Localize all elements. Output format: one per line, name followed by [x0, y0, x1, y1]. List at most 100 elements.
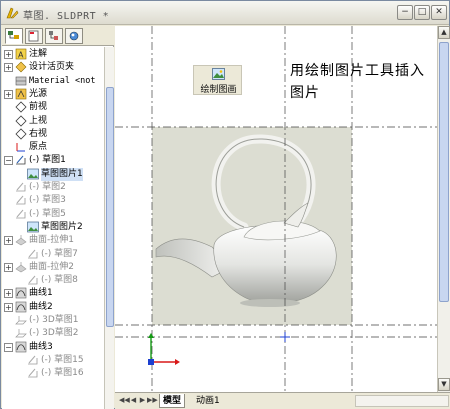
tree-item-label: 曲线3: [29, 341, 53, 352]
sketch-icon: [28, 249, 38, 258]
graphics-vertical-scrollbar[interactable]: ▲ ▼: [437, 26, 450, 392]
tree-item-label: (-) 草图3: [29, 195, 66, 206]
scroll-up-button[interactable]: ▲: [438, 26, 450, 39]
feature-tree-icon: [8, 31, 19, 39]
lighting-icon: [15, 88, 27, 100]
property-manager-tab[interactable]: [25, 28, 43, 44]
expand-icon[interactable]: +: [4, 63, 13, 73]
tree-item-label: (-) 3D草图1: [29, 315, 79, 325]
display-manager-tab[interactable]: [65, 28, 83, 44]
tree-item[interactable]: (-) 草图7: [2, 248, 104, 261]
configuration-manager-tab[interactable]: [45, 28, 63, 44]
feature-manager-tab[interactable]: [5, 28, 23, 44]
tree-item[interactable]: 草图图片2: [2, 221, 104, 234]
plane-icon: [15, 101, 27, 113]
expand-icon[interactable]: +: [4, 289, 13, 299]
tree-item[interactable]: + A 注解: [2, 48, 104, 61]
origin-icon: [16, 143, 25, 152]
first-tab-button[interactable]: ◀◀: [119, 395, 130, 406]
maximize-button[interactable]: □: [414, 5, 430, 20]
tree-item[interactable]: (-) 草图16: [2, 367, 104, 380]
tree-item[interactable]: + 曲面-拉伸1: [2, 234, 104, 247]
display-manager-icon: [69, 31, 79, 41]
last-tab-button[interactable]: ▶▶: [147, 395, 158, 406]
tree-item-label: 光源: [29, 88, 48, 99]
tree-item-label: 设计活页夹: [29, 62, 75, 73]
tree-item-label: (-) 草图1: [29, 155, 66, 166]
sketch-3d-icon: [15, 329, 27, 338]
minimize-button[interactable]: −: [397, 5, 413, 20]
tree-item[interactable]: 前视: [2, 101, 104, 114]
tree-item[interactable]: Material <not: [2, 75, 104, 88]
tree-item-label: 原点: [29, 142, 48, 153]
expand-icon[interactable]: +: [4, 236, 13, 246]
expand-icon[interactable]: +: [4, 262, 13, 272]
previous-tab-button[interactable]: ◀: [129, 395, 138, 406]
tab-animation[interactable]: 动画1: [193, 394, 223, 408]
sketch-icon: [28, 275, 38, 285]
tree-item[interactable]: + 设计活页夹: [2, 61, 104, 74]
tree-item[interactable]: + 光源: [2, 88, 104, 101]
tab-model[interactable]: 模型: [159, 394, 186, 408]
tree-item-label: (-) 草图16: [41, 368, 84, 379]
tree-item[interactable]: + 曲线1: [2, 287, 104, 300]
expand-icon[interactable]: +: [4, 50, 13, 59]
surface-extrude-icon: [15, 261, 27, 273]
tree-item[interactable]: 右视: [2, 128, 104, 141]
tree-item[interactable]: (-) 3D草图2: [2, 327, 104, 340]
tree-item[interactable]: + 曲面-拉伸2: [2, 261, 104, 274]
collapse-icon[interactable]: −: [4, 156, 13, 166]
sketch-picture-tool-label: 绘制图画: [200, 85, 237, 95]
sketch-icon: [28, 355, 38, 365]
tree-item-label: (-) 草图2: [29, 182, 66, 192]
window-title: 草图. SLDPRT *: [23, 11, 110, 22]
tree-item[interactable]: 上视: [2, 114, 104, 128]
tree-item-label: 曲面-拉伸1: [29, 235, 74, 246]
tree-item[interactable]: (-) 草图2: [2, 181, 104, 194]
design-binder-icon: [15, 61, 27, 73]
tree-item-label: (-) 草图7: [41, 248, 78, 259]
tree-item[interactable]: (-) 草图15: [2, 354, 104, 367]
close-button[interactable]: ✕: [431, 5, 447, 20]
material-icon: [15, 76, 27, 85]
scroll-down-button[interactable]: ▼: [438, 378, 450, 391]
sketch-3d-icon: [15, 316, 27, 325]
tree-item-label: 草图图片2: [41, 221, 83, 232]
tree-item[interactable]: 草图图片1: [2, 167, 104, 181]
tree-item[interactable]: 原点: [2, 141, 104, 154]
feature-tree[interactable]: + A 注解 + 设计活页夹 Material <not + 光源 前视 上视 右视 原点 − (-) 草…: [2, 47, 104, 409]
sketch-icon: [16, 156, 26, 165]
instruction-annotation: 用绘制图片工具插入图片: [290, 63, 425, 101]
tree-item-label: 上视: [29, 115, 48, 126]
tree-item[interactable]: (-) 3D草图1: [2, 314, 104, 327]
tree-item[interactable]: + 曲线2: [2, 301, 104, 314]
tree-item[interactable]: (-) 草图3: [2, 194, 104, 207]
expand-icon[interactable]: +: [4, 89, 13, 99]
tree-item-label: 曲线2: [29, 301, 53, 312]
tree-scroll-thumb[interactable]: [106, 87, 114, 327]
tree-scrollbar[interactable]: [104, 47, 114, 409]
vertical-scroll-thumb[interactable]: [439, 42, 449, 302]
sketch-picture-icon: [27, 168, 39, 180]
next-tab-button[interactable]: ▶: [138, 395, 147, 406]
solidworks-part-icon: [6, 7, 19, 19]
sketch-picture-tool-button[interactable]: 绘制图画: [193, 65, 242, 95]
tree-item[interactable]: (-) 草图8: [2, 274, 104, 287]
tree-item-label: (-) 草图5: [29, 208, 66, 219]
title-bar[interactable]: 草图. SLDPRT * − □ ✕: [1, 1, 449, 25]
expand-icon[interactable]: +: [4, 302, 13, 312]
tree-item-label: 曲面-拉伸2: [29, 261, 74, 272]
graphics-horizontal-scrollbar[interactable]: [355, 395, 449, 407]
sketch-icon: [16, 209, 26, 218]
collapse-icon[interactable]: −: [4, 342, 13, 352]
tree-item-label: (-) 草图8: [41, 275, 78, 286]
tree-item-label: 草图图片1: [41, 167, 83, 181]
sketch-picture-icon: [27, 221, 39, 233]
tree-item[interactable]: − 曲线3: [2, 341, 104, 354]
tree-item[interactable]: − (-) 草图1: [2, 154, 104, 167]
bottom-tab-bar: ◀◀ ◀ ▶ ▶▶ 模型 动画1: [115, 392, 450, 409]
tree-item-label: 前视: [29, 102, 48, 113]
tree-item[interactable]: (-) 草图5: [2, 208, 104, 221]
manager-tabs: [2, 26, 114, 46]
surface-extrude-icon: [15, 235, 27, 246]
